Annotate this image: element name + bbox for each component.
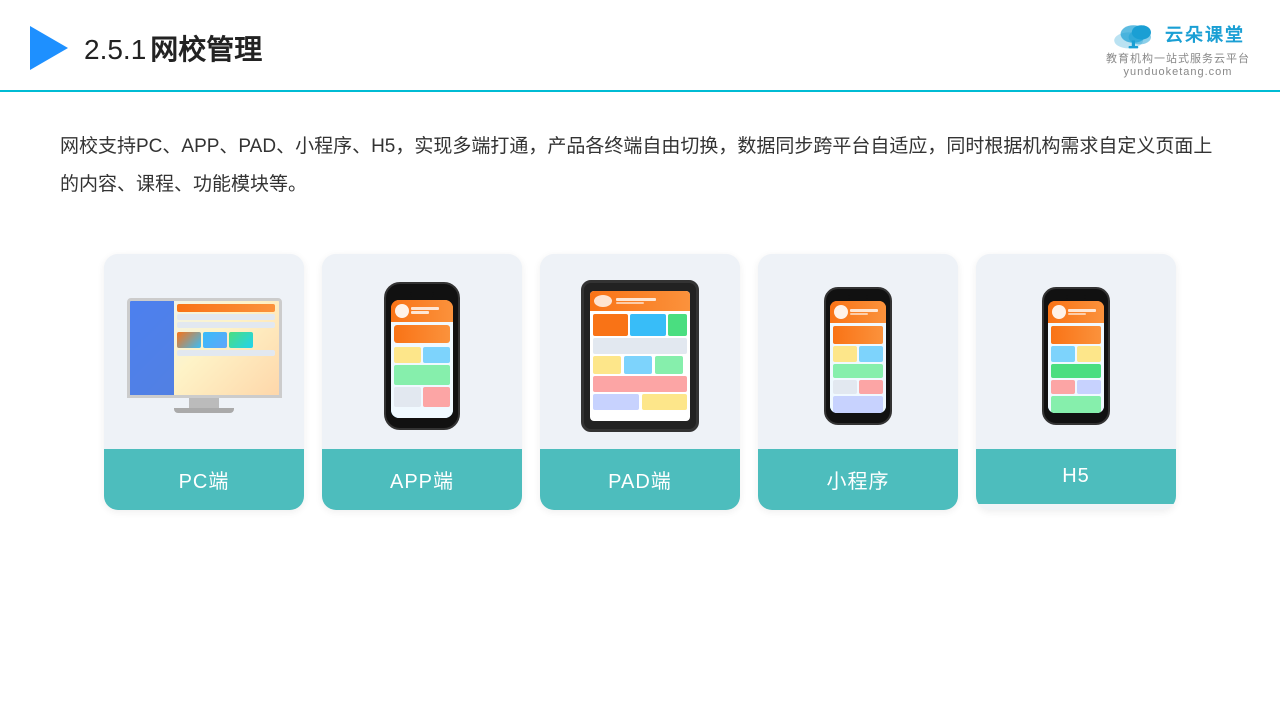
logo-domain: yunduoketang.com [1124,66,1233,78]
card-miniprogram: 小程序 [758,254,958,510]
cloud-logo-icon [1111,18,1159,50]
card-app-label: APP端 [322,449,522,510]
phone-notch [410,292,434,297]
page-title: 2.5.1网校管理 [84,28,262,68]
mini-notch [848,295,868,299]
card-pad-label: PAD端 [540,449,740,510]
mini-phone-mockup [824,287,892,425]
header: 2.5.1网校管理 云朵课堂 教育机构一站式服务云平台 yunduoketang… [0,0,1280,92]
logo-cloud: 云朵课堂 [1111,18,1245,50]
play-icon [30,26,68,70]
card-h5-image [976,254,1176,449]
logo-area: 云朵课堂 教育机构一站式服务云平台 yunduoketang.com [1106,18,1250,78]
card-h5: H5 [976,254,1176,510]
app-phone-mockup [384,282,460,430]
header-left: 2.5.1网校管理 [30,26,262,70]
mini-screen [830,301,886,413]
card-h5-label: H5 [976,449,1176,504]
pc-mockup [127,298,282,413]
card-pad: PAD端 [540,254,740,510]
h5-notch [1066,295,1086,299]
tablet-mockup [581,280,699,432]
description-text: 网校支持PC、APP、PAD、小程序、H5，实现多端打通，产品各终端自由切换，数… [0,92,1280,204]
card-pad-image [540,254,740,449]
card-app-image [322,254,522,449]
logo-main-text: 云朵课堂 [1165,21,1245,47]
logo-subtext: 教育机构一站式服务云平台 [1106,50,1250,66]
card-pc-image [104,254,304,449]
cards-section: PC端 [0,214,1280,510]
title-number: 2.5.1 [84,34,146,65]
h5-phone-mockup [1042,287,1110,425]
title-text: 网校管理 [150,34,262,65]
phone-screen [391,300,453,418]
card-pc: PC端 [104,254,304,510]
card-mini-label: 小程序 [758,449,958,510]
card-mini-image [758,254,958,449]
card-pc-label: PC端 [104,449,304,510]
tablet-screen [590,291,690,421]
h5-screen [1048,301,1104,413]
monitor-screen [127,298,282,398]
card-app: APP端 [322,254,522,510]
